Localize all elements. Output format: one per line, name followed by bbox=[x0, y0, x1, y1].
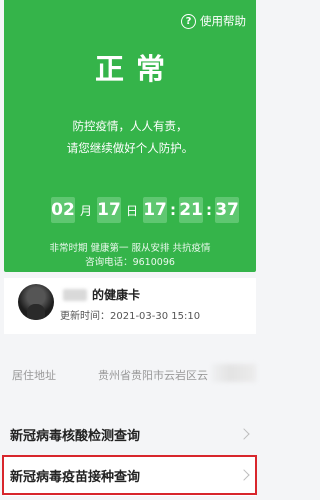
address-row: 居住地址 贵州省贵阳市云岩区云 bbox=[4, 352, 256, 388]
month-value: 02 bbox=[51, 197, 75, 223]
updated-time: 更新时间：2021-03-30 15:10 bbox=[60, 311, 201, 322]
day-value: 17 bbox=[97, 197, 122, 223]
query-label: 新冠病毒疫苗接种查询 bbox=[10, 470, 141, 485]
avatar bbox=[18, 284, 54, 320]
minute-value: 21 bbox=[179, 197, 204, 223]
time-colon: : bbox=[206, 201, 213, 219]
health-card-title: 的健康卡 bbox=[92, 288, 141, 302]
hotline: 咨询电话：9610096 bbox=[85, 257, 175, 268]
time-colon: : bbox=[170, 201, 177, 219]
status-title: 正常 bbox=[94, 52, 177, 86]
help-link[interactable]: ? 使用帮助 bbox=[181, 13, 246, 29]
nucleic-acid-test-query[interactable]: 新冠病毒核酸检测查询 bbox=[4, 415, 256, 455]
slogan-line-1: 防控疫情，人人有责， bbox=[72, 119, 188, 133]
query-label: 新冠病毒核酸检测查询 bbox=[10, 429, 141, 444]
health-status-card: ? 使用帮助 正常 防控疫情，人人有责， 请您继续做好个人防护。 02 月 17… bbox=[4, 0, 256, 272]
day-unit: 日 bbox=[126, 203, 139, 218]
address-blur bbox=[212, 364, 256, 382]
address-label: 居住地址 bbox=[12, 369, 56, 382]
question-circle-icon: ? bbox=[181, 13, 196, 29]
help-label: 使用帮助 bbox=[200, 14, 246, 28]
footer-slogan: 非常时期 健康第一 服从安排 共抗疫情 bbox=[49, 243, 211, 254]
current-datetime: 02 月 17 日 17 : 21 : 37 bbox=[51, 197, 240, 223]
health-card-row[interactable]: 的健康卡 更新时间：2021-03-30 15:10 bbox=[4, 278, 256, 334]
hour-value: 17 bbox=[143, 197, 168, 223]
chevron-right-icon bbox=[238, 428, 250, 440]
vaccination-query[interactable]: 新冠病毒疫苗接种查询 bbox=[4, 456, 256, 496]
second-value: 37 bbox=[215, 197, 240, 223]
blurred-name bbox=[63, 289, 87, 301]
slogan-line-2: 请您继续做好个人防护。 bbox=[66, 141, 194, 155]
month-unit: 月 bbox=[80, 203, 93, 218]
address-value: 贵州省贵阳市云岩区云 bbox=[98, 369, 208, 382]
chevron-right-icon bbox=[238, 469, 250, 481]
